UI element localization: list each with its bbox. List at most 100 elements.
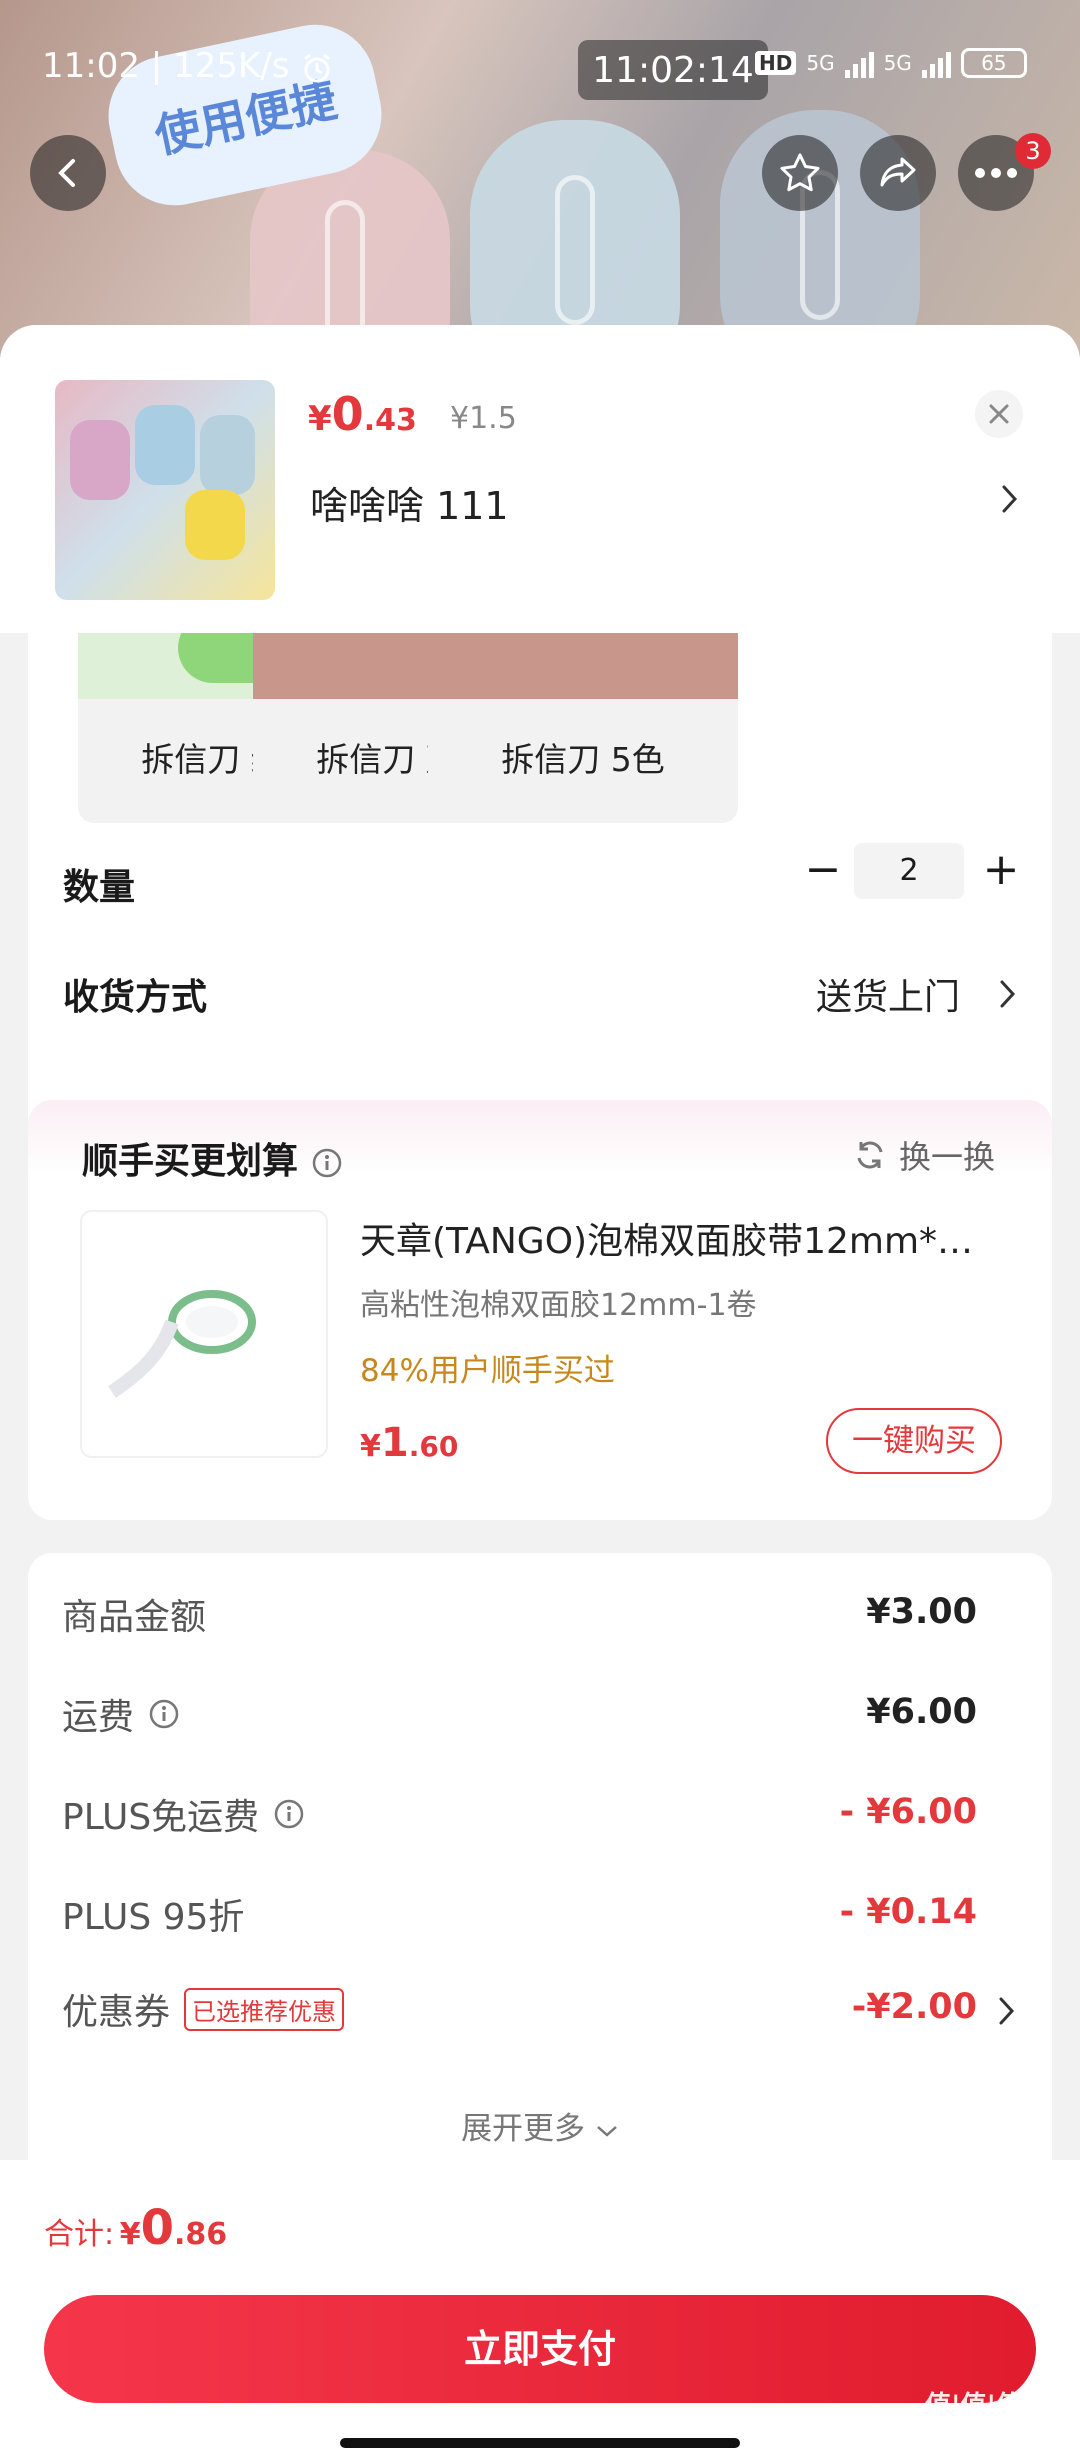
status-clock: 11:02:14 [578, 40, 768, 100]
back-button[interactable] [30, 135, 106, 211]
checkout-footer: 合计: ¥0.86 立即支付 [0, 2160, 1080, 2460]
addon-recommendation: 顺手买更划算 换一换 天章(TANGO)泡棉双面胶带12mm*… 高粘性泡棉双面… [28, 1100, 1052, 1520]
variant-option[interactable]: 拆信刀 5色 [428, 633, 738, 823]
summary-value: ¥6.00 [866, 1692, 977, 1732]
chevron-right-icon[interactable] [998, 978, 1018, 1010]
summary-value: ¥3.00 [866, 1592, 977, 1632]
summary-label: PLUS 95折 [62, 1888, 244, 1940]
total-decimal: .86 [173, 2217, 228, 2252]
one-click-buy-button[interactable]: 一键购买 [826, 1408, 1002, 1474]
alarm-icon [300, 46, 334, 86]
favorite-button[interactable] [762, 135, 838, 211]
price-decimal: .60 [408, 1430, 459, 1463]
addon-title-text: 顺手买更划算 [82, 1141, 299, 1182]
summary-value: -¥2.00 [851, 1987, 977, 2027]
purchase-sheet: ¥0.43 ¥1.5 啥啥啥 111 拆信刀 绿色 拆信刀 蓝色 拆信刀 5色 … [0, 325, 1080, 2460]
net2-label: 5G [883, 51, 912, 75]
total-integer: 0 [140, 2200, 174, 2256]
hd-icon: HD [755, 51, 797, 75]
info-icon[interactable] [311, 1147, 343, 1179]
swap-label: 换一换 [899, 1138, 996, 1176]
close-icon [989, 404, 1009, 424]
price-integer: 0 [331, 387, 364, 441]
summary-value: - ¥6.00 [839, 1792, 977, 1832]
original-price: ¥1.5 [450, 401, 517, 436]
star-icon [780, 153, 820, 192]
chevron-right-icon[interactable] [997, 1995, 1017, 2027]
refresh-icon [857, 1141, 883, 1169]
close-button[interactable] [975, 390, 1023, 438]
addon-popularity: 84%用户顺手买过 [360, 1353, 615, 1389]
currency-symbol: ¥ [308, 399, 332, 439]
summary-label-text: 商品金额 [62, 1597, 207, 1638]
battery-icon: 65 [960, 48, 1027, 78]
status-bar: 11:02 | 125K/s 11:02:14 HD 5G 5G 65 [0, 40, 1080, 100]
status-left: 11:02 | 125K/s [42, 46, 334, 86]
status-net-speed: 125K/s [173, 46, 290, 86]
notification-badge: 3 [1015, 133, 1051, 169]
addon-product-spec: 高粘性泡棉双面胶12mm-1卷 [360, 1288, 757, 1323]
summary-label-text: PLUS 95折 [62, 1897, 245, 1938]
swap-button[interactable]: 换一换 [853, 1132, 995, 1178]
expand-more-button[interactable]: 展开更多 [28, 2103, 1052, 2148]
status-divider: | [150, 46, 174, 86]
coupon-tag: 已选推荐优惠 [184, 1987, 345, 2031]
summary-row: PLUS 95折 - ¥0.14 [28, 1888, 1052, 1948]
quantity-label: 数量 [63, 867, 136, 908]
pay-now-button[interactable]: 立即支付 [44, 2295, 1036, 2403]
product-thumbnail[interactable] [55, 380, 275, 600]
summary-value: - ¥0.14 [839, 1892, 977, 1932]
coupon-row[interactable]: 优惠券 已选推荐优惠 -¥2.00 [28, 1983, 1052, 2043]
currency-symbol: ¥ [119, 2217, 141, 2252]
summary-label: 商品金额 [62, 1588, 206, 1640]
summary-label: PLUS免运费 [62, 1788, 305, 1840]
thumb-item [70, 420, 130, 500]
summary-label: 运费 [62, 1688, 180, 1740]
thumb-item [200, 415, 255, 495]
product-price: ¥0.43 [308, 387, 417, 441]
selected-spec[interactable]: 啥啥啥 111 [310, 475, 509, 530]
quantity-input[interactable]: 2 [854, 843, 964, 899]
back-arrow-icon [58, 159, 75, 187]
price-integer: 1 [380, 1420, 409, 1466]
summary-row: 运费 ¥6.00 [28, 1688, 1052, 1748]
price-summary: 商品金额 ¥3.00 运费 ¥6.00 PLUS免运费 - ¥6.00 PLUS… [28, 1553, 1052, 2193]
currency-symbol: ¥ [360, 1429, 381, 1464]
signal-icon [921, 48, 951, 78]
summary-label-text: 运费 [62, 1697, 135, 1738]
addon-title: 顺手买更划算 [82, 1132, 343, 1184]
addon-product-image[interactable] [80, 1210, 328, 1458]
variant-label: 拆信刀 5色 [501, 740, 665, 779]
signal-icon [844, 48, 874, 78]
hero-slot [555, 175, 595, 325]
thumb-item [185, 490, 245, 560]
sheet-header: ¥0.43 ¥1.5 啥啥啥 111 [0, 325, 1080, 633]
chevron-right-icon[interactable] [1000, 483, 1020, 515]
price-decimal: .43 [363, 403, 417, 438]
thumb-item [135, 405, 195, 485]
summary-row: PLUS免运费 - ¥6.00 [28, 1788, 1052, 1848]
chevron-down-icon [597, 2125, 617, 2137]
expand-label: 展开更多 [461, 2111, 586, 2147]
net1-label: 5G [806, 51, 835, 75]
summary-label-text: PLUS免运费 [62, 1797, 260, 1838]
summary-label-text: 优惠券 [62, 1992, 171, 2033]
summary-label: 优惠券 已选推荐优惠 [62, 1983, 345, 2035]
more-icon [975, 168, 1017, 178]
home-indicator[interactable] [340, 2438, 740, 2448]
addon-product-name[interactable]: 天章(TANGO)泡棉双面胶带12mm*… [360, 1212, 1030, 1264]
info-icon[interactable] [148, 1698, 180, 1730]
shipping-label: 收货方式 [63, 977, 208, 1018]
quantity-increase-button[interactable]: + [976, 845, 1026, 895]
variant-image [428, 633, 738, 699]
quantity-decrease-button[interactable]: − [798, 845, 848, 895]
share-icon [880, 157, 916, 187]
addon-price: ¥1.60 [360, 1420, 458, 1466]
summary-row: 商品金额 ¥3.00 [28, 1588, 1052, 1648]
shipping-method[interactable]: 送货上门 [816, 968, 960, 1020]
status-right: HD 5G 5G 65 [755, 48, 1027, 78]
share-button[interactable] [860, 135, 936, 211]
order-total: 合计: ¥0.86 [44, 2200, 227, 2256]
total-label: 合计: [44, 2217, 115, 2252]
info-icon[interactable] [273, 1798, 305, 1830]
